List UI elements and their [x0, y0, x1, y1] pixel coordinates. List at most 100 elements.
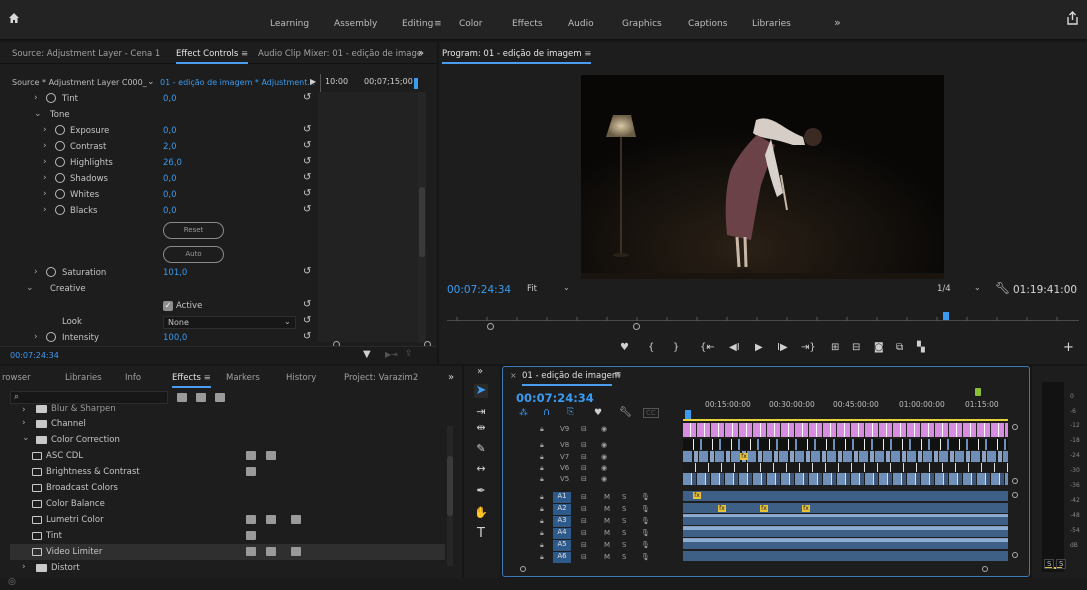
sync-lock-icon[interactable]: ⊟ [581, 553, 587, 561]
scroll-handle-mid[interactable] [1012, 478, 1018, 484]
list-item-folder[interactable]: › Channel [10, 416, 445, 432]
effect-row-saturation[interactable]: › Saturation 101,0 ↺ [0, 266, 414, 282]
mute-button[interactable]: M [604, 493, 610, 501]
scroll-handle-audio[interactable] [1012, 492, 1018, 498]
ripple-edit-tool-icon[interactable]: ⇹ [474, 421, 488, 435]
tab-effects[interactable]: Effects ≡ [172, 368, 211, 388]
reset-param-icon[interactable]: ↺ [303, 331, 311, 342]
playhead[interactable] [414, 78, 418, 89]
list-item-effect-selected[interactable]: Video Limiter [10, 544, 445, 560]
stopwatch-icon[interactable] [46, 93, 56, 103]
collapse-chevron-icon[interactable]: ⌄ [26, 283, 34, 293]
play-only-icon[interactable]: ▶ [310, 77, 316, 86]
mic-icon[interactable]: 🎙︎ [641, 553, 650, 561]
fx-badge[interactable]: fx [760, 505, 768, 512]
effect-row-whites[interactable]: › Whites 0,0 ↺ [0, 188, 414, 204]
effect-value[interactable]: 0,0 [163, 206, 177, 216]
look-row[interactable]: Look None ⌄ ↺ [0, 315, 414, 331]
more-tabs-button[interactable]: » [448, 368, 454, 388]
solo-right-button[interactable]: S [1056, 559, 1067, 569]
sync-lock-icon[interactable]: ⊟ [581, 464, 587, 472]
effect-value[interactable]: 0,0 [163, 126, 177, 136]
panel-menu-icon[interactable]: ≡ [614, 370, 622, 380]
panel-menu-icon[interactable]: ≡ [204, 373, 211, 383]
clip-lane-v7[interactable] [683, 451, 1008, 462]
eye-icon[interactable]: ◉ [601, 475, 607, 483]
selection-tool-icon[interactable]: ➤ [474, 384, 488, 398]
workspace-assembly[interactable]: Assembly [334, 19, 377, 29]
expand-chevron-icon[interactable]: › [34, 267, 38, 277]
list-item-effect[interactable]: Brightness & Contrast [10, 464, 445, 480]
insert-icon[interactable]: ⊞ [831, 342, 839, 353]
track-label[interactable]: A1 [553, 492, 571, 503]
expand-chevron-icon[interactable]: › [22, 405, 26, 415]
lock-icon[interactable]: 🔒︎ [540, 505, 544, 514]
lock-icon[interactable]: 🔒︎ [540, 453, 544, 462]
ec-timecode[interactable]: 00:07:24:34 [10, 351, 59, 360]
track-header-v9[interactable]: 🔒︎ V9 ⊟ ◉ [515, 424, 683, 435]
track-header-a1[interactable]: 🔒︎ A1 ⊟ M S 🎙︎ [515, 492, 683, 503]
pen-tool-icon[interactable]: ✒ [474, 484, 488, 498]
mark-in-icon[interactable]: { [648, 342, 654, 353]
reset-param-icon[interactable]: ↺ [303, 140, 311, 151]
solo-left-button[interactable]: S [1044, 559, 1055, 569]
program-scrub-bar[interactable] [447, 310, 1079, 330]
tab-media-browser[interactable]: rowser [2, 368, 31, 388]
sync-lock-icon[interactable]: ⊟ [581, 517, 587, 525]
timeline-timecode[interactable]: 00:07:24:34 [516, 391, 594, 405]
go-to-out-icon[interactable]: ⇥} [801, 342, 816, 353]
step-back-icon[interactable]: ◀I [729, 342, 740, 353]
razor-tool-icon[interactable]: ✎ [474, 442, 488, 456]
reset-param-icon[interactable]: ↺ [303, 204, 311, 215]
fit-dropdown[interactable]: Fit ⌄ [523, 282, 577, 296]
reset-param-icon[interactable]: ↺ [303, 124, 311, 135]
add-button-icon[interactable]: + [1063, 340, 1074, 355]
track-header-v8[interactable]: 🔒︎ V8 ⊟ ◉ [515, 440, 683, 451]
expand-chevron-icon[interactable]: › [43, 173, 47, 183]
fx-badge[interactable]: fx [718, 505, 726, 512]
reset-param-icon[interactable]: ↺ [303, 92, 311, 103]
resolution-dropdown[interactable]: 1/4 ⌄ [934, 282, 990, 296]
list-item-effect[interactable]: Lumetri Color [10, 512, 445, 528]
collapse-chevron-icon[interactable]: ⌄ [22, 433, 30, 443]
more-tabs-button[interactable]: » [477, 366, 483, 377]
more-tabs-button[interactable]: » [418, 44, 424, 64]
clip-lane-v5[interactable] [683, 473, 1008, 485]
hand-tool-icon[interactable]: ✋ [474, 506, 488, 520]
track-header-a3[interactable]: 🔒︎ A3 ⊟ M S 🎙︎ [515, 516, 683, 527]
share-icon[interactable] [1066, 11, 1079, 25]
stopwatch-icon[interactable] [55, 157, 65, 167]
track-header-a4[interactable]: 🔒︎ A4 ⊟ M S 🎙︎ [515, 528, 683, 539]
stopwatch-icon[interactable] [46, 332, 56, 342]
go-to-in-icon[interactable]: {⇤ [700, 342, 715, 353]
lock-icon[interactable]: 🔒︎ [540, 441, 544, 450]
effect-value[interactable]: 0,0 [163, 94, 177, 104]
panel-menu-icon[interactable]: ≡ [241, 49, 248, 59]
stopwatch-icon[interactable] [55, 189, 65, 199]
expand-chevron-icon[interactable]: › [43, 125, 47, 135]
sync-lock-icon[interactable]: ⊟ [581, 493, 587, 501]
fx-badge[interactable]: fx [740, 453, 748, 460]
add-marker-icon[interactable]: ♥ [594, 408, 602, 418]
effect-row-contrast[interactable]: › Contrast 2,0 ↺ [0, 140, 414, 156]
reset-button[interactable]: Reset [163, 222, 224, 239]
stopwatch-icon[interactable] [55, 173, 65, 183]
lock-icon[interactable]: 🔒︎ [540, 475, 544, 484]
reset-param-icon[interactable]: ↺ [303, 172, 311, 183]
solo-button[interactable]: S [622, 553, 626, 561]
tab-source[interactable]: Source: Adjustment Layer - Cena 1 [12, 44, 160, 64]
sync-lock-icon[interactable]: ⊟ [581, 541, 587, 549]
track-header-v6[interactable]: 🔒︎ V6 ⊟ ◉ [515, 463, 683, 474]
mic-icon[interactable]: 🎙︎ [641, 505, 650, 513]
track-header-a5[interactable]: 🔒︎ A5 ⊟ M S 🎙︎ [515, 540, 683, 551]
effect-row-shadows[interactable]: › Shadows 0,0 ↺ [0, 172, 414, 188]
sync-lock-icon[interactable]: ⊟ [581, 441, 587, 449]
eye-icon[interactable]: ◉ [601, 425, 607, 433]
nest-icon[interactable]: ⁂ [519, 408, 528, 418]
linked-selection-icon[interactable]: ⎘ [567, 407, 574, 417]
expand-chevron-icon[interactable]: › [43, 141, 47, 151]
expand-chevron-icon[interactable]: › [22, 562, 26, 572]
effect-row-highlights[interactable]: › Highlights 26,0 ↺ [0, 156, 414, 172]
lock-icon[interactable]: 🔒︎ [540, 464, 544, 473]
zoom-handle-left[interactable] [487, 323, 494, 330]
